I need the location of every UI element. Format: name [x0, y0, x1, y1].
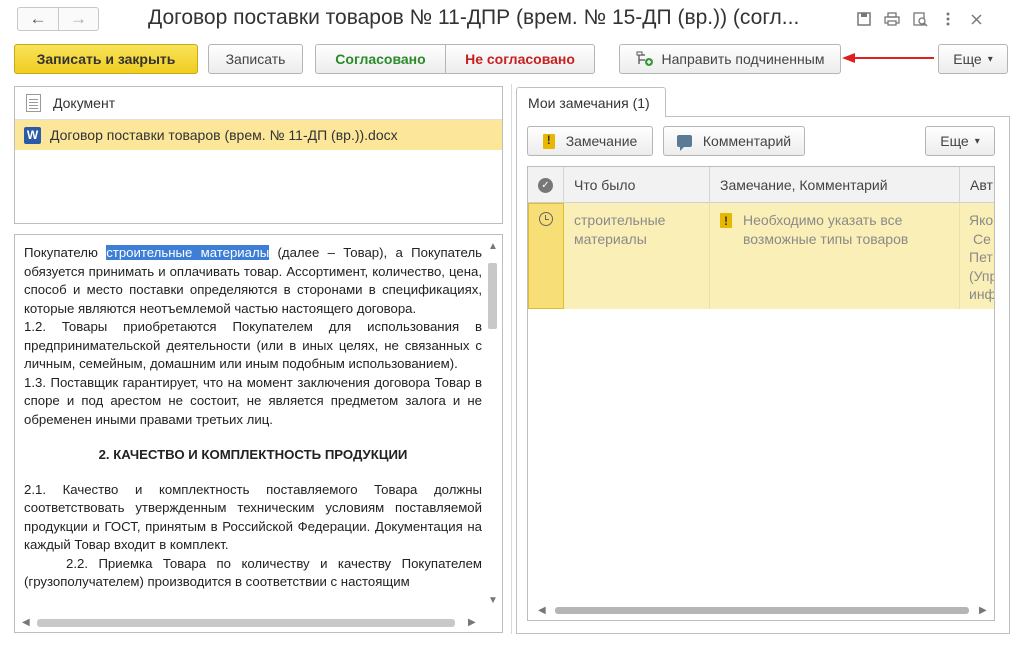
table-header: ✓ Что было Замечание, Комментарий Авт	[528, 167, 994, 203]
author-line: Яко	[969, 212, 994, 228]
vertical-scroll-thumb[interactable]	[488, 263, 497, 329]
author-line: инф	[969, 286, 995, 302]
arrow-left-icon: ←	[29, 9, 47, 28]
paragraph-1: Покупателю строительные материалы (далее…	[24, 244, 482, 318]
nav-group: ← →	[17, 7, 99, 31]
scroll-left-icon[interactable]: ◀	[22, 617, 30, 628]
add-remark-label: Замечание	[565, 133, 638, 149]
hierarchy-send-icon	[636, 51, 654, 67]
author-line: Се	[973, 230, 991, 247]
more-button[interactable]: Еще ▾	[938, 44, 1008, 74]
save-button[interactable]: Записать	[208, 44, 303, 74]
remarks-table: ✓ Что было Замечание, Комментарий Авт ст…	[527, 166, 995, 621]
paragraph-1-start: Покупателю	[24, 245, 107, 260]
warning-icon	[542, 133, 555, 149]
author-line: Пет	[969, 249, 993, 265]
remarks-more-button[interactable]: Еще ▾	[925, 126, 995, 156]
annotation-arrow-icon	[842, 53, 934, 63]
was-cell[interactable]: строительные материалы	[564, 203, 710, 309]
back-button[interactable]: ←	[18, 8, 58, 30]
remark-text: Необходимо указать все возможные типы то…	[743, 212, 909, 247]
table-scroll-thumb[interactable]	[555, 607, 969, 614]
send-to-subordinates-label: Направить подчиненным	[661, 51, 825, 67]
document-row[interactable]: W Договор поставки товаров (врем. № 11-Д…	[15, 120, 502, 150]
chevron-down-icon: ▾	[974, 135, 980, 147]
document-text[interactable]: Покупателю строительные материалы (далее…	[24, 244, 482, 592]
clock-icon	[539, 212, 553, 226]
title-bar: ← → Договор поставки товаров № 11-ДПР (в…	[0, 0, 1024, 40]
warning-icon	[720, 212, 732, 231]
table-row[interactable]: строительные материалы Необходимо указат…	[528, 203, 995, 309]
horizontal-scrollbar[interactable]: ◀ ▶	[15, 614, 502, 632]
author-line: (Упр	[969, 267, 995, 284]
author-cell[interactable]: Яко Се Пет (Упр инф	[960, 203, 995, 309]
horizontal-scroll-thumb[interactable]	[37, 619, 455, 627]
scroll-down-icon[interactable]: ▼	[488, 595, 498, 606]
comment-icon	[676, 135, 692, 151]
paragraph-2: 1.2. Товары приобретаются Покупателем дл…	[24, 319, 482, 371]
add-comment-button[interactable]: Комментарий	[663, 126, 805, 156]
add-comment-label: Комментарий	[702, 133, 792, 149]
column-status[interactable]: ✓	[528, 167, 564, 203]
save-and-close-button[interactable]: Записать и закрыть	[14, 44, 198, 74]
documents-list: Документ W Договор поставки товаров (вре…	[14, 86, 503, 224]
column-author[interactable]: Авт	[960, 167, 994, 203]
paragraph-3: 1.3. Поставщик гарантирует, что на момен…	[24, 374, 482, 427]
document-icon	[26, 94, 41, 112]
panel-splitter[interactable]	[511, 84, 512, 634]
save-icon[interactable]	[850, 9, 878, 29]
paragraph-4: 2.1. Качество и комплектность поставляем…	[24, 481, 482, 553]
paragraph-5: 2.2. Приемка Товара по количеству и каче…	[24, 555, 482, 590]
remarks-more-label: Еще	[940, 133, 969, 149]
chevron-down-icon: ▾	[987, 53, 993, 65]
approved-button[interactable]: Согласовано	[315, 44, 445, 74]
title-icons	[850, 9, 990, 29]
section-heading: 2. КАЧЕСТВО И КОМПЛЕКТНОСТЬ ПРОДУКЦИИ	[98, 447, 408, 462]
documents-header-label: Документ	[53, 95, 116, 111]
highlighted-text[interactable]: строительные материалы	[106, 245, 270, 260]
close-icon[interactable]	[962, 9, 990, 29]
preview-icon[interactable]	[906, 9, 934, 29]
scroll-up-icon[interactable]: ▲	[488, 241, 498, 252]
add-remark-button[interactable]: Замечание	[527, 126, 653, 156]
check-circle-icon: ✓	[538, 177, 553, 193]
documents-header[interactable]: Документ	[15, 87, 502, 120]
status-cell[interactable]	[528, 203, 564, 309]
scroll-right-icon[interactable]: ▶	[468, 617, 476, 628]
window-title: Договор поставки товаров № 11-ДПР (врем.…	[148, 6, 800, 29]
column-was[interactable]: Что было	[564, 167, 710, 203]
scroll-left-icon[interactable]: ◀	[538, 605, 546, 616]
word-file-icon: W	[24, 126, 41, 144]
column-remark[interactable]: Замечание, Комментарий	[710, 167, 960, 203]
more-label: Еще	[953, 51, 982, 67]
document-viewer[interactable]: Покупателю строительные материалы (далее…	[14, 234, 503, 633]
tab-gap	[517, 116, 665, 117]
forward-button[interactable]: →	[58, 8, 98, 30]
more-vert-icon[interactable]	[934, 9, 962, 29]
not-approved-button[interactable]: Не согласовано	[445, 44, 595, 74]
tab-my-remarks[interactable]: Мои замечания (1)	[516, 87, 666, 117]
send-to-subordinates-button[interactable]: Направить подчиненным	[619, 44, 841, 74]
table-horizontal-scrollbar[interactable]: ◀ ▶	[528, 600, 994, 620]
remark-cell[interactable]: Необходимо указать все возможные типы то…	[710, 203, 960, 309]
arrow-right-icon: →	[70, 9, 87, 28]
scroll-right-icon[interactable]: ▶	[979, 605, 987, 616]
print-icon[interactable]	[878, 9, 906, 29]
vertical-scrollbar[interactable]: ▲ ▼	[484, 235, 501, 615]
document-file-name: Договор поставки товаров (врем. № 11-ДП …	[50, 127, 398, 143]
